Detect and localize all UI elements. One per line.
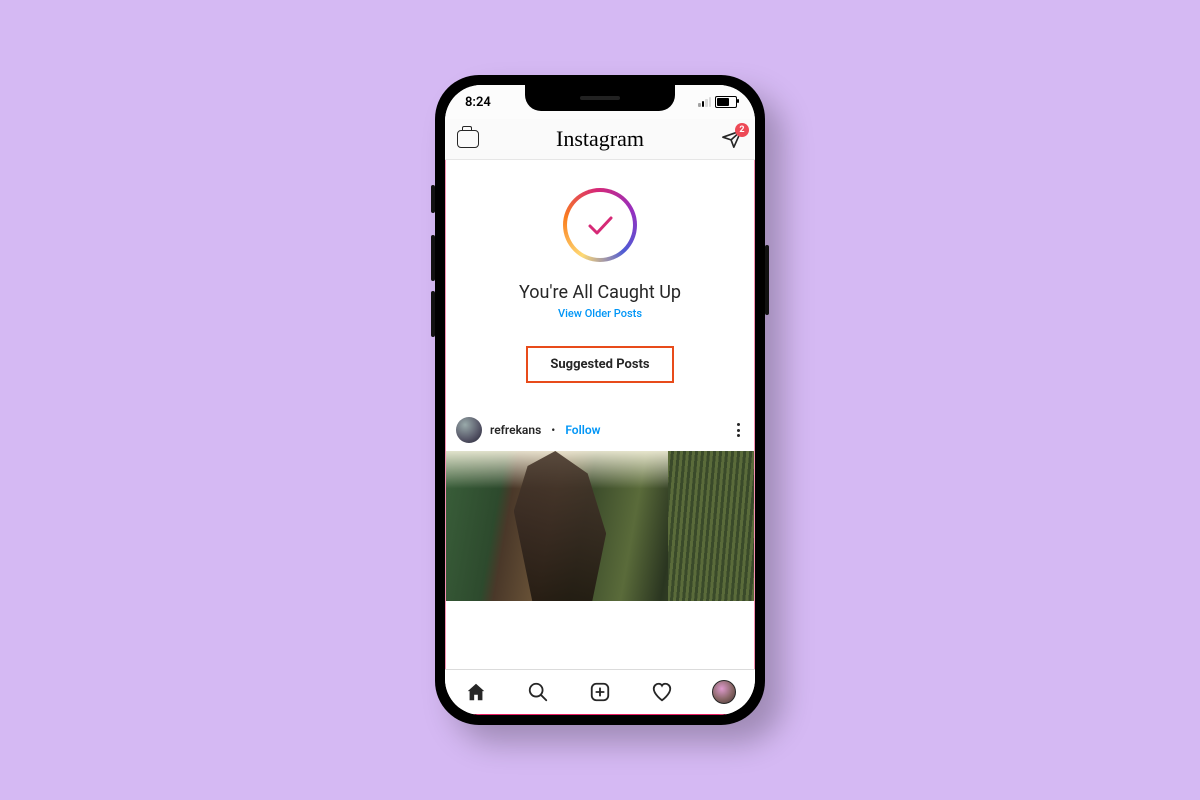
notch — [525, 85, 675, 111]
bottom-nav — [445, 669, 755, 714]
screen: 8:24 Instagram 2 You're All Caught — [445, 85, 755, 715]
post-avatar[interactable] — [456, 417, 482, 443]
direct-messages-button[interactable]: 2 — [721, 129, 743, 149]
plus-square-icon — [589, 681, 611, 703]
power-button — [765, 245, 769, 315]
nav-activity-button[interactable] — [650, 680, 674, 704]
camera-icon[interactable] — [457, 130, 479, 148]
bottom-accent-line — [445, 714, 755, 716]
follow-button[interactable]: Follow — [565, 423, 600, 437]
nav-new-post-button[interactable] — [588, 680, 612, 704]
speaker-grille — [580, 96, 620, 100]
mute-switch — [431, 185, 435, 213]
nav-home-button[interactable] — [464, 680, 488, 704]
app-header: Instagram 2 — [445, 119, 755, 160]
volume-up-button — [431, 235, 435, 281]
suggested-posts-label: Suggested Posts — [526, 346, 673, 383]
post-more-button[interactable] — [733, 419, 744, 441]
nav-search-button[interactable] — [526, 680, 550, 704]
phone-frame: 8:24 Instagram 2 You're All Caught — [435, 75, 765, 725]
search-icon — [527, 681, 549, 703]
checkmark-icon — [580, 205, 620, 245]
battery-icon — [715, 96, 737, 108]
profile-avatar-icon — [712, 680, 736, 704]
post-username[interactable]: refrekans — [490, 423, 541, 437]
signal-icon — [698, 97, 711, 107]
caught-up-card: You're All Caught Up View Older Posts Su… — [446, 160, 754, 409]
feed-content[interactable]: You're All Caught Up View Older Posts Su… — [445, 160, 755, 669]
home-icon — [465, 681, 487, 703]
separator-dot: • — [551, 423, 555, 437]
post-header: refrekans • Follow — [446, 409, 754, 451]
caught-up-title: You're All Caught Up — [519, 282, 681, 303]
dm-badge: 2 — [735, 123, 749, 137]
heart-icon — [651, 681, 673, 703]
checkmark-ring-icon — [563, 188, 637, 262]
nav-profile-button[interactable] — [712, 680, 736, 704]
instagram-logo: Instagram — [556, 126, 644, 152]
view-older-posts-link[interactable]: View Older Posts — [558, 307, 642, 320]
status-time: 8:24 — [465, 95, 491, 110]
volume-down-button — [431, 291, 435, 337]
post-image[interactable] — [446, 451, 754, 601]
status-right — [698, 96, 737, 108]
